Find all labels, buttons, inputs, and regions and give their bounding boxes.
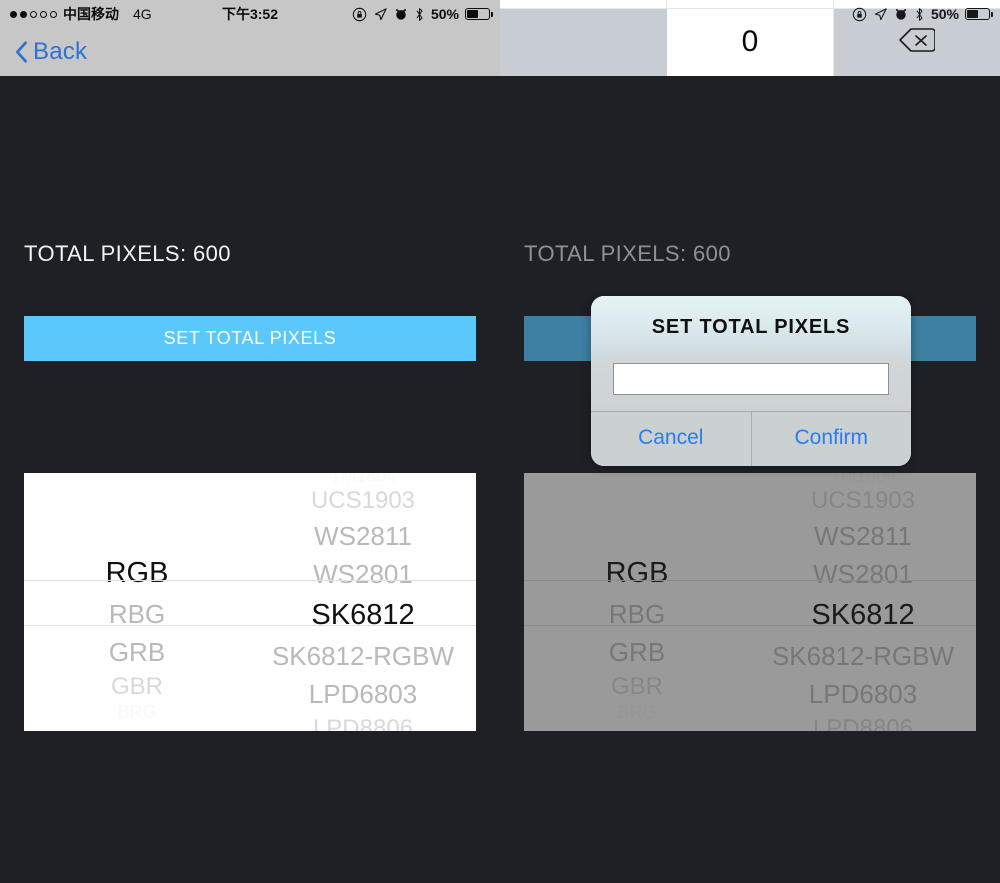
picker-item-selected: RGB [605, 557, 669, 589]
alarm-clock-icon [894, 7, 908, 21]
chevron-left-icon [14, 41, 28, 63]
status-bar-left: 中国移动 4G [10, 4, 152, 24]
total-pixels-label: TOTAL PIXELS: 600 [24, 241, 231, 266]
back-button[interactable]: Back [14, 38, 87, 66]
dialog-body [591, 357, 911, 411]
alarm-clock-icon [394, 7, 408, 21]
bluetooth-icon [414, 7, 425, 22]
key-7[interactable]: 7 PQRS [500, 0, 667, 9]
picker-column-color-order[interactable]: RGB RBG GRB GBR BRG [24, 473, 250, 731]
picker-item-selected: SK6812 [811, 599, 915, 631]
picker-item[interactable]: WS2801 [313, 555, 413, 593]
key-blank [500, 8, 667, 76]
picker-item[interactable]: TM1804 [330, 473, 396, 485]
battery-icon [965, 8, 993, 20]
picker-item: UCS1903 [810, 487, 916, 514]
rotation-lock-icon [852, 7, 867, 22]
picker-item: SK6812-RGBW [771, 641, 955, 671]
location-arrow-icon [373, 7, 388, 22]
picker-selection-line-bottom [24, 625, 476, 626]
picker-item-selected[interactable]: RGB [106, 551, 169, 595]
battery-icon [465, 8, 493, 20]
signal-strength-icon [10, 10, 57, 18]
phone-screen-right: 中国移动 4G 下午3:52 50% [500, 0, 1000, 883]
dialog-actions: Cancel Confirm [591, 411, 911, 466]
nav-bar: Back [0, 28, 500, 76]
total-pixels-input[interactable] [613, 363, 889, 395]
rotation-lock-icon [352, 7, 367, 22]
picker-item[interactable]: LPD6803 [309, 675, 417, 713]
key-0[interactable]: 0 [667, 8, 834, 76]
picker-item[interactable]: RBG [109, 595, 165, 633]
picker-item: WS2811 [814, 521, 912, 551]
picker-item[interactable]: UCS1903 [311, 485, 415, 517]
total-pixels-label: TOTAL PIXELS: 600 [524, 241, 731, 266]
battery-percent-label: 50% [430, 6, 459, 22]
picker-item: WS2801 [813, 559, 913, 589]
set-total-pixels-dialog: SET TOTAL PIXELS Cancel Confirm [591, 296, 911, 466]
set-total-pixels-button[interactable]: SET TOTAL PIXELS [24, 316, 476, 361]
battery-percent-label: 50% [930, 6, 959, 22]
status-bar: 中国移动 4G 下午3:52 50% [0, 0, 500, 28]
picker-item: BRG [617, 702, 657, 722]
dialog-title: SET TOTAL PIXELS [591, 296, 911, 357]
picker-column-chip-type: TM1804 UCS1903 WS2811 WS2801 SK6812 SK68… [750, 473, 976, 731]
picker-item[interactable]: GRB [109, 633, 165, 671]
back-button-label: Back [33, 38, 88, 65]
dialog-confirm-button[interactable]: Confirm [750, 412, 912, 466]
dialog-cancel-button[interactable]: Cancel [591, 412, 751, 466]
picker-item: RBG [608, 599, 666, 629]
picker-item-selected[interactable]: SK6812 [311, 593, 414, 637]
led-config-picker[interactable]: RGB RBG GRB GBR BRG TM1804 UCS1903 WS281… [24, 473, 476, 731]
status-bar-right: 50% [352, 6, 493, 22]
picker-item[interactable]: WS2811 [314, 517, 412, 555]
picker-item[interactable]: GBR [111, 671, 163, 703]
network-type-label: 4G [133, 6, 152, 22]
picker-item[interactable]: BRG [117, 703, 156, 721]
picker-column-color-order: RGB RBG GRB GBR BRG [524, 473, 750, 731]
picker-selection-line-top [524, 580, 976, 581]
picker-selection-line-top [24, 580, 476, 581]
status-bar-right: 50% [852, 6, 993, 22]
location-arrow-icon [873, 7, 888, 22]
picker-item[interactable]: LPD8806 [313, 713, 413, 731]
backspace-icon [899, 27, 936, 58]
carrier-label: 中国移动 [63, 6, 119, 22]
picker-item: GRB [608, 637, 666, 667]
picker-item[interactable]: SK6812-RGBW [272, 637, 454, 675]
key-digit: 0 [741, 25, 759, 59]
phone-screen-left: 中国移动 4G 下午3:52 50% Back TOTAL PIXELS: 60… [0, 0, 500, 883]
picker-selection-line-bottom [524, 625, 976, 626]
picker-column-chip-type[interactable]: TM1804 UCS1903 WS2811 WS2801 SK6812 SK68… [250, 473, 476, 731]
bluetooth-icon [914, 7, 925, 22]
picker-item: LPD8806 [812, 715, 914, 731]
picker-item: LPD6803 [808, 679, 918, 709]
picker-item: GBR [610, 673, 663, 700]
screenshot-root: 中国移动 4G 下午3:52 50% Back TOTAL PIXELS: 60… [0, 0, 1000, 883]
led-config-picker: RGB RBG GRB GBR BRG TM1804 UCS1903 WS281… [524, 473, 976, 731]
key-8[interactable]: 8 TUV [667, 0, 834, 9]
picker-item: TM1804 [829, 473, 897, 486]
